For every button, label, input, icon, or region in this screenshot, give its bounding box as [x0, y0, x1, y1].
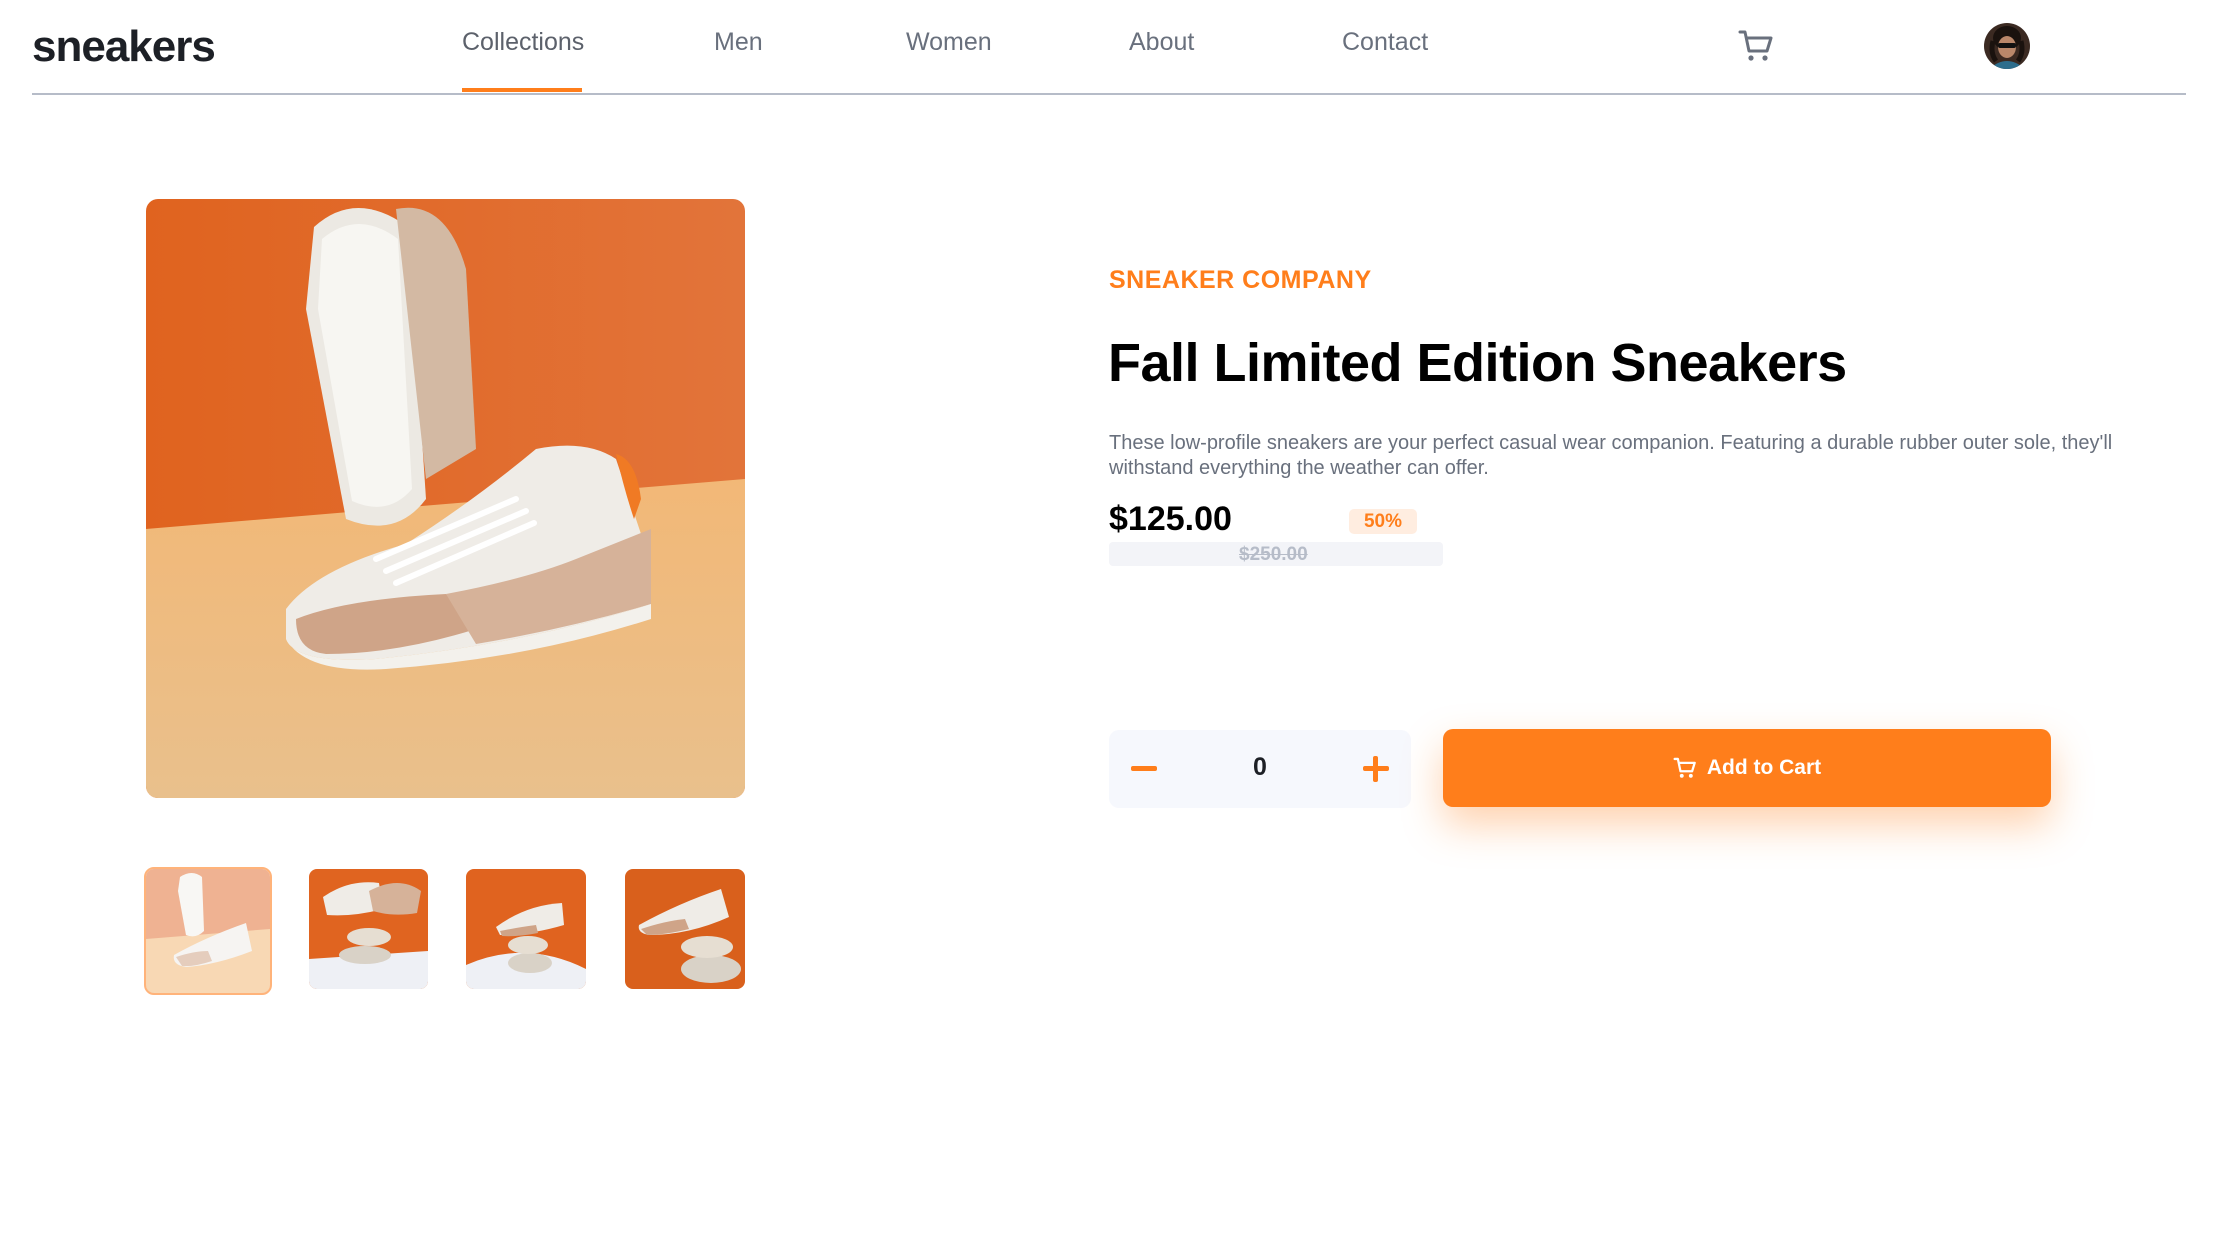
main-product-image[interactable]: [146, 199, 745, 798]
user-avatar[interactable]: [1984, 23, 2030, 69]
nav-active-indicator: [462, 88, 582, 92]
quantity-stepper: 0: [1109, 730, 1411, 808]
nav-men[interactable]: Men: [714, 28, 763, 57]
company-name: SNEAKER COMPANY: [1109, 266, 1372, 294]
original-price: $250.00: [1239, 544, 1308, 565]
nav-collections[interactable]: Collections: [462, 28, 584, 57]
product-description: These low-profile sneakers are your perf…: [1109, 432, 2113, 479]
product-page: sneakers Collections Men Women About Con…: [0, 0, 2231, 1233]
cart-icon[interactable]: [1738, 29, 1774, 63]
thumbnail-2[interactable]: [309, 869, 428, 989]
add-to-cart-button[interactable]: Add to Cart: [1443, 729, 2051, 807]
cart-icon: [1673, 757, 1697, 779]
thumbnail-4[interactable]: [625, 869, 745, 989]
nav-about[interactable]: About: [1129, 28, 1194, 57]
thumbnail-1[interactable]: [144, 867, 272, 995]
current-price: $125.00: [1109, 500, 1232, 538]
logo[interactable]: sneakers: [32, 22, 216, 72]
nav-women[interactable]: Women: [906, 28, 992, 57]
thumbnail-3[interactable]: [466, 869, 586, 989]
product-title: Fall Limited Edition Sneakers: [1108, 333, 1847, 393]
plus-icon[interactable]: [1361, 754, 1391, 784]
add-to-cart-label: Add to Cart: [1706, 756, 1822, 779]
discount-badge: 50%: [1349, 509, 1417, 534]
nav-contact[interactable]: Contact: [1342, 28, 1428, 57]
header-divider: [32, 93, 2186, 95]
